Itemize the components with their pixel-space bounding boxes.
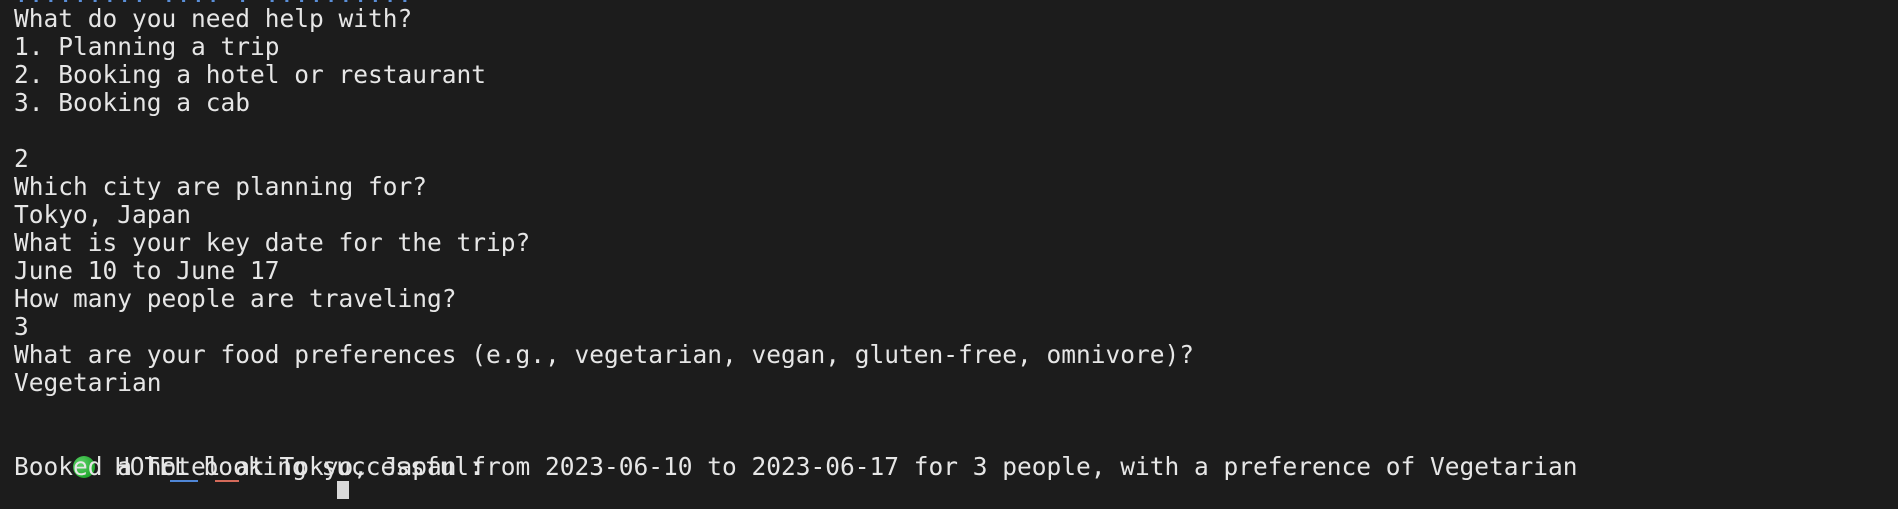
option-1: 1. Planning a trip (14, 32, 280, 61)
answer-option: 2 (14, 144, 29, 173)
prompt-remnant (120, 480, 320, 496)
option-2: 2. Booking a hotel or restaurant (14, 60, 487, 89)
question-city: Which city are planning for? (14, 172, 428, 201)
terminal-window[interactable]: ......... .... . .......... What do you … (0, 0, 1898, 499)
booking-summary: Booked a hotel at Tokyo, Japan from 2023… (14, 452, 1578, 481)
question-people: How many people are traveling? (14, 284, 457, 313)
question-food: What are your food preferences (e.g., ve… (14, 340, 1195, 369)
answer-people: 3 (14, 312, 29, 341)
option-3: 3. Booking a cab (14, 88, 251, 117)
question-help: What do you need help with? (14, 4, 413, 33)
answer-dates: June 10 to June 17 (14, 256, 280, 285)
terminal-cursor[interactable] (337, 481, 349, 499)
question-dates: What is your key date for the trip? (14, 228, 531, 257)
answer-city: Tokyo, Japan (14, 200, 192, 229)
answer-food: Vegetarian (14, 368, 162, 397)
success-line: HOTEL booking successful: (14, 425, 484, 481)
